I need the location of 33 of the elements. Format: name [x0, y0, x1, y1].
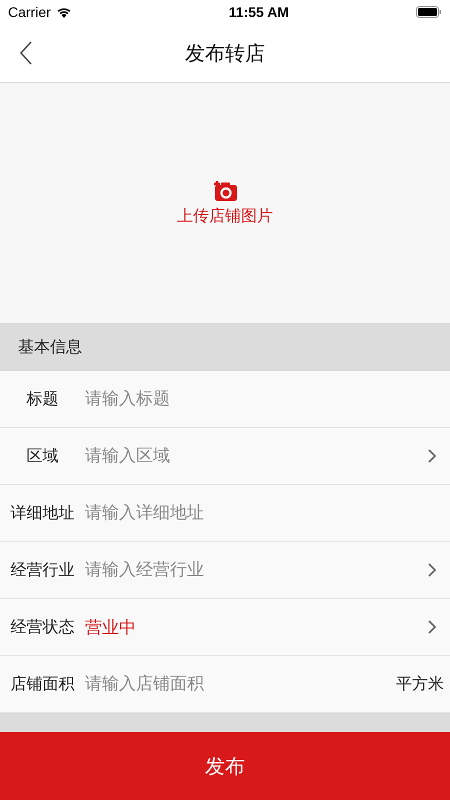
form-row[interactable]: 详细地址 请输入详细地址 — [0, 485, 450, 542]
form-row[interactable]: 经营行业 请输入经营行业 — [0, 542, 450, 599]
form-row[interactable]: 区域 请输入区域 — [0, 428, 450, 485]
input-field[interactable]: 请输入经营行业 — [85, 560, 428, 580]
input-field[interactable]: 营业中 — [85, 617, 428, 637]
back-icon — [20, 41, 32, 65]
back-button[interactable] — [18, 39, 34, 67]
section-title: 基本信息 — [18, 336, 82, 358]
field-label: 经营行业 — [10, 560, 76, 580]
input-field[interactable]: 请输入标题 — [85, 389, 436, 409]
chevron-right-icon[interactable] — [428, 620, 436, 634]
input-field[interactable]: 请输入区域 — [85, 446, 428, 466]
form-row[interactable]: 店铺面积 请输入店铺面积 平方米 — [0, 656, 450, 713]
field-label: 店铺面积 — [10, 674, 76, 694]
status-time: 11:55 AM — [228, 4, 289, 20]
add-photo-icon — [212, 180, 238, 202]
form-row[interactable]: 标题 请输入标题 — [0, 371, 450, 428]
field-label: 详细地址 — [10, 502, 76, 524]
upload-area[interactable]: 上传店铺图片 — [0, 83, 450, 323]
wifi-icon — [56, 6, 72, 18]
carrier-name: Carrier — [8, 4, 51, 20]
form-row[interactable]: 经营状态 营业中 — [0, 599, 450, 656]
page-title: 发布转店 — [185, 40, 265, 66]
input-field[interactable]: 请输入详细地址 — [85, 503, 436, 523]
input-field[interactable]: 请输入店铺面积 — [85, 674, 396, 694]
field-label: 经营状态 — [10, 616, 76, 638]
chevron-right-icon[interactable] — [428, 449, 436, 463]
chevron-right-icon[interactable] — [428, 563, 436, 577]
unit-label: 平方米 — [396, 674, 444, 694]
field-label: 标题 — [26, 388, 60, 410]
battery-icon — [416, 6, 442, 18]
publish-button[interactable]: 发布 — [0, 732, 450, 800]
field-label: 区域 — [26, 446, 60, 466]
